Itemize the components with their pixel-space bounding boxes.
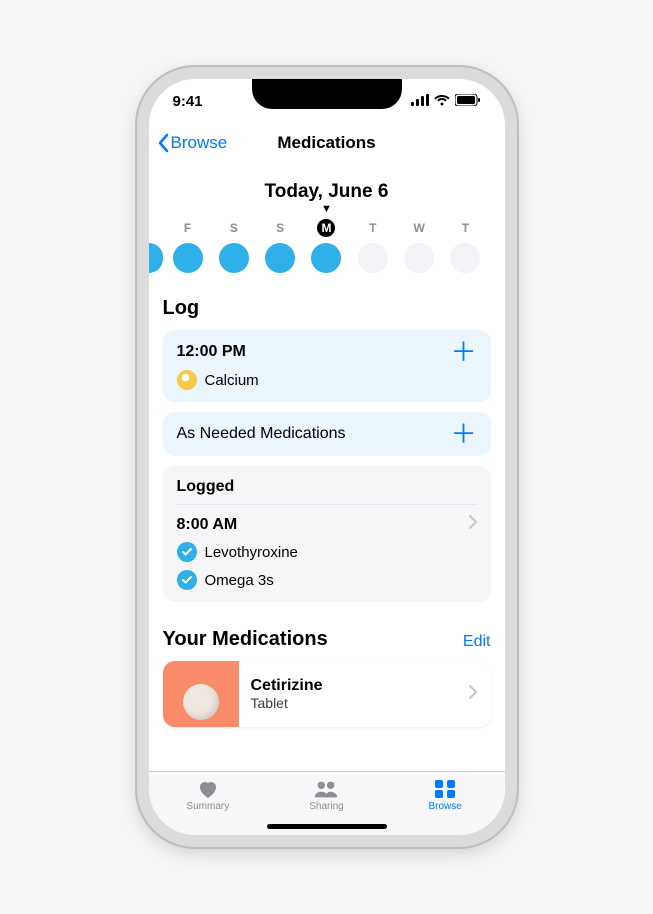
chevron-right-icon xyxy=(469,515,477,534)
grid-icon xyxy=(432,778,458,800)
day-label: W xyxy=(413,219,424,237)
tab-sharing[interactable]: Sharing xyxy=(286,778,366,812)
chevron-right-icon xyxy=(469,685,491,704)
day-label: S xyxy=(230,219,238,237)
day-status-dot xyxy=(265,243,295,273)
day-t2[interactable]: T xyxy=(444,219,486,273)
logged-med-name: Omega 3s xyxy=(205,572,274,589)
log-section-title: Log xyxy=(163,297,491,320)
logged-header: Logged xyxy=(177,478,477,505)
page-title: Medications xyxy=(277,133,375,153)
people-icon xyxy=(313,778,339,800)
day-status-dot xyxy=(219,243,249,273)
check-icon xyxy=(177,570,197,590)
med-name: Cetirizine xyxy=(251,677,457,695)
logged-med-row[interactable]: Levothyroxine xyxy=(177,542,477,562)
as-needed-label: As Needed Medications xyxy=(177,425,346,443)
chevron-left-icon xyxy=(157,133,169,153)
pill-icon xyxy=(177,370,197,390)
logged-card[interactable]: Logged 8:00 AM Levothyroxine xyxy=(163,466,491,602)
nav-bar: Browse Medications xyxy=(149,123,505,163)
day-s2[interactable]: S xyxy=(259,219,301,273)
back-button[interactable]: Browse xyxy=(157,133,228,153)
med-form: Tablet xyxy=(251,695,457,711)
day-w[interactable]: W xyxy=(398,219,440,273)
logged-med-row[interactable]: Omega 3s xyxy=(177,570,477,590)
day-status-dot xyxy=(173,243,203,273)
week-overflow-dot[interactable] xyxy=(149,243,163,273)
logged-time: 8:00 AM xyxy=(177,516,238,534)
tab-label: Sharing xyxy=(309,801,343,812)
upcoming-time: 12:00 PM xyxy=(177,343,246,361)
day-m[interactable]: M xyxy=(305,219,347,273)
day-label: M xyxy=(317,219,335,237)
content-area[interactable]: Today, June 6 ▼ F S S xyxy=(149,163,505,771)
status-time: 9:41 xyxy=(173,93,233,110)
battery-icon xyxy=(455,93,481,110)
today-marker-icon: ▼ xyxy=(163,205,491,213)
as-needed-card[interactable]: As Needed Medications ＋ xyxy=(163,412,491,456)
back-label: Browse xyxy=(171,133,228,153)
day-s1[interactable]: S xyxy=(213,219,255,273)
day-label: S xyxy=(276,219,284,237)
day-status-dot xyxy=(404,243,434,273)
med-swatch xyxy=(163,661,239,727)
heart-icon xyxy=(195,778,221,800)
tab-label: Browse xyxy=(428,801,461,812)
tab-summary[interactable]: Summary xyxy=(168,778,248,812)
upcoming-med-name: Calcium xyxy=(205,372,259,389)
day-status-dot xyxy=(311,243,341,273)
phone-frame: 9:41 Browse Medications xyxy=(137,67,517,847)
upcoming-med-row[interactable]: Calcium xyxy=(177,370,477,390)
screen: 9:41 Browse Medications xyxy=(149,79,505,835)
tab-browse[interactable]: Browse xyxy=(405,778,485,812)
add-dose-button[interactable]: ＋ xyxy=(450,342,476,362)
edit-button[interactable]: Edit xyxy=(463,633,491,651)
day-label: T xyxy=(369,219,376,237)
day-label: F xyxy=(184,219,191,237)
your-meds-title: Your Medications xyxy=(163,628,328,651)
wifi-icon xyxy=(434,93,450,110)
tab-label: Summary xyxy=(186,801,229,812)
week-strip[interactable]: F S S M T xyxy=(163,219,491,273)
day-t1[interactable]: T xyxy=(352,219,394,273)
add-as-needed-button[interactable]: ＋ xyxy=(450,424,476,444)
upcoming-dose-card[interactable]: 12:00 PM ＋ Calcium xyxy=(163,330,491,402)
notch xyxy=(252,79,402,109)
day-status-dot xyxy=(450,243,480,273)
day-label: T xyxy=(462,219,469,237)
date-header: Today, June 6 xyxy=(163,181,491,203)
day-status-dot xyxy=(358,243,388,273)
day-f[interactable]: F xyxy=(167,219,209,273)
status-indicators xyxy=(411,93,481,110)
tablet-icon xyxy=(183,684,219,720)
check-icon xyxy=(177,542,197,562)
logged-med-name: Levothyroxine xyxy=(205,544,298,561)
medication-card[interactable]: Cetirizine Tablet xyxy=(163,661,491,727)
cellular-icon xyxy=(411,93,429,110)
home-indicator[interactable] xyxy=(267,824,387,829)
